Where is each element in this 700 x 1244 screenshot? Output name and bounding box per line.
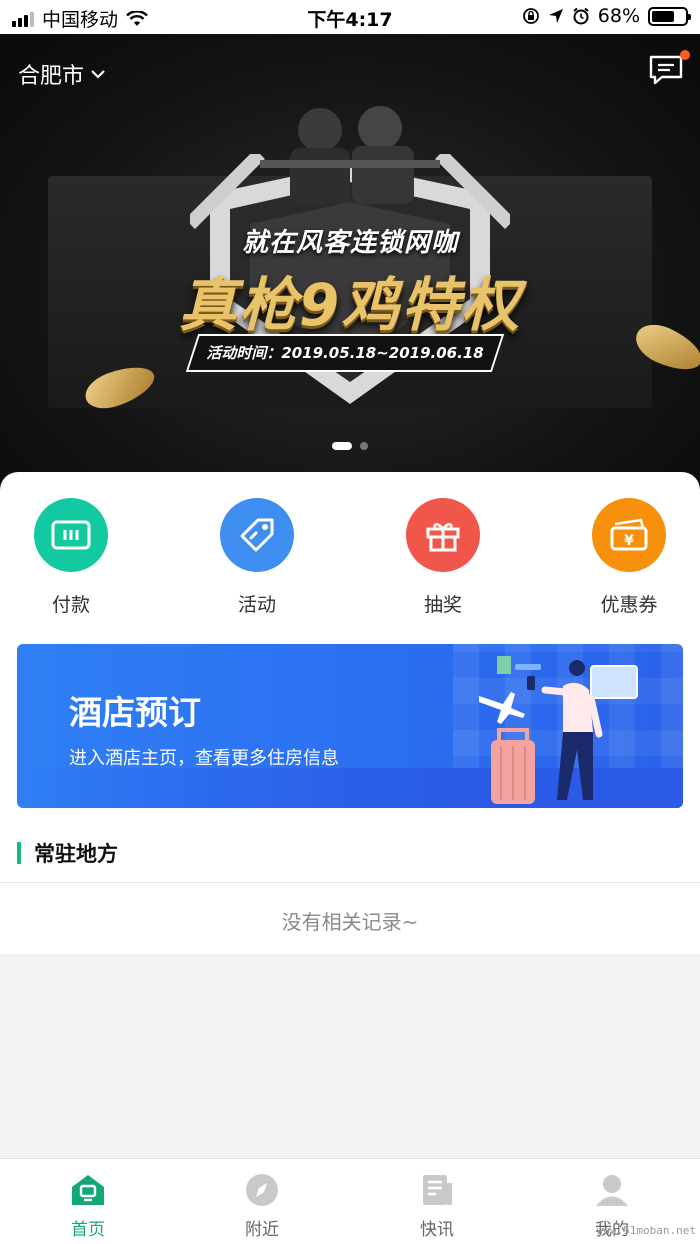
bottom-tab-bar: 首页 附近 快讯 我的 [0, 1158, 700, 1244]
status-right: 68% [522, 5, 691, 27]
empty-state-text: 没有相关记录~ [281, 910, 419, 934]
quick-action-activity[interactable]: 活动 [197, 498, 317, 617]
tab-nearby[interactable]: 附近 [212, 1173, 312, 1240]
tab-label: 快讯 [420, 1220, 454, 1240]
quick-action-lottery[interactable]: 抽奖 [383, 498, 503, 617]
hotel-booking-banner[interactable]: 酒店预订 进入酒店主页，查看更多住房信息 [17, 644, 683, 808]
carousel-dot-active[interactable] [332, 442, 352, 450]
banner-headline-top: 就在风客连锁网咖 [241, 228, 458, 258]
coupon-icon: ¥ [592, 498, 666, 572]
notification-dot [680, 50, 690, 60]
quick-action-label: 优惠券 [600, 594, 658, 616]
city-label: 合肥市 [18, 64, 85, 89]
section-accent-bar [17, 842, 21, 864]
quick-action-label: 抽奖 [423, 594, 462, 616]
payment-card-icon [34, 498, 108, 572]
compass-icon [246, 1174, 278, 1206]
promo-banner[interactable]: 合肥市 就在风客连锁网咖 真枪9鸡特权 活动时间：2019.05.18~2019… [0, 34, 700, 494]
rotation-lock-icon [522, 8, 539, 24]
tab-home[interactable]: 首页 [38, 1173, 138, 1240]
location-icon [548, 9, 563, 23]
message-button[interactable] [648, 50, 690, 86]
traveler-illustration [479, 656, 638, 804]
svg-text:¥: ¥ [624, 533, 634, 549]
battery-percent: 68% [597, 5, 640, 27]
quick-actions: 付款 活动 抽奖 ¥ 优惠券 [0, 498, 700, 618]
tab-label: 首页 [71, 1220, 105, 1240]
frequent-places-section: 常驻地方 [0, 838, 700, 882]
carousel-dot[interactable] [360, 442, 368, 450]
soldiers-illustration [260, 106, 440, 204]
quick-action-label: 活动 [237, 594, 276, 616]
battery-icon [648, 6, 691, 26]
city-selector[interactable]: 合肥市 [18, 58, 106, 90]
status-bar: 中国移动 下午4:17 68% [0, 0, 700, 34]
banner-headline-main: 真枪9鸡特权 [178, 271, 522, 339]
news-icon [423, 1175, 452, 1205]
main-content: 付款 活动 抽奖 ¥ 优惠券 酒店预订 进入酒店主页，查看更多住房信息 常驻地方… [0, 472, 700, 954]
quick-action-label: 付款 [51, 594, 90, 616]
chevron-down-icon [91, 70, 105, 79]
quick-action-coupon[interactable]: ¥ 优惠券 [569, 498, 689, 617]
divider [0, 882, 700, 883]
home-icon [72, 1175, 104, 1205]
gift-icon [406, 498, 480, 572]
tab-label: 附近 [245, 1220, 279, 1240]
hotel-subtitle: 进入酒店主页，查看更多住房信息 [69, 748, 339, 769]
hotel-title: 酒店预订 [69, 693, 201, 732]
carousel-dots [0, 442, 700, 450]
tag-icon [220, 498, 294, 572]
alarm-icon [573, 7, 589, 25]
user-icon [596, 1175, 628, 1206]
banner-date: 活动时间：2019.05.18~2019.06.18 [206, 344, 484, 362]
tab-news[interactable]: 快讯 [387, 1173, 487, 1240]
quick-action-payment[interactable]: 付款 [11, 498, 131, 617]
message-icon [649, 55, 683, 85]
section-title: 常驻地方 [34, 842, 118, 866]
watermark: www.51moban.net [596, 1224, 696, 1237]
